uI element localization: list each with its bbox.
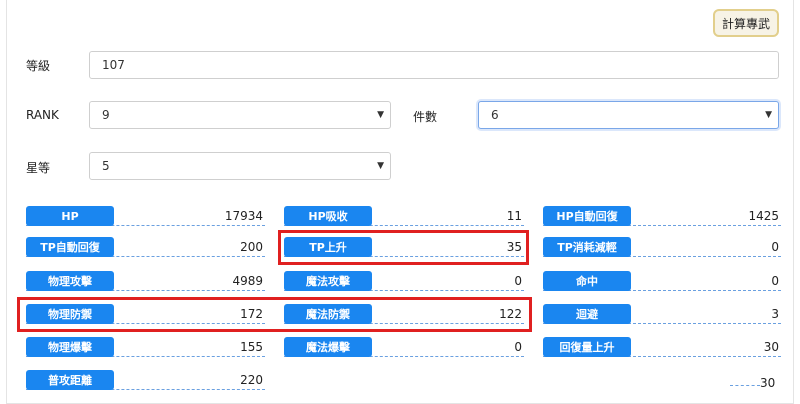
rank-select[interactable]: 9 ▼ [89,101,391,129]
stat-value: 11 [506,209,522,223]
stat-value: 200 [240,240,263,254]
highlight-box-tp-up [278,230,529,265]
stat-value: 220 [240,373,263,387]
stat-row-mag-crit: 魔法爆擊 0 [284,337,524,357]
stat-value: 4989 [232,274,263,288]
stars-value: 5 [102,159,110,173]
stat-value: 155 [240,340,263,354]
level-value: 107 [102,58,125,72]
stat-row-phys-crit: 物理爆擊 155 [26,337,265,357]
stat-value: 1425 [748,209,779,223]
stat-label: 回復量上升 [543,337,631,357]
stat-value: 0 [771,274,779,288]
stat-label: HP [26,206,114,226]
stars-label: 星等 [26,161,51,175]
stat-label: HP吸收 [284,206,372,226]
rank-label: RANK [26,108,59,122]
stat-row-accuracy: 命中 0 [543,271,781,291]
stat-label: 物理攻擊 [26,271,114,291]
stat-row-hp: HP 17934 [26,206,265,226]
chevron-down-icon: ▼ [765,110,772,120]
partial-stat-underline [730,385,760,386]
stat-value: 3 [771,307,779,321]
partial-stat-value: 30 [760,376,776,390]
stars-select[interactable]: 5 ▼ [89,152,391,180]
level-label: 等級 [26,59,51,73]
highlight-box-defense [17,297,532,332]
stat-label: 普攻距離 [26,370,114,390]
stat-row-hp-drain: HP吸收 11 [284,206,524,226]
stat-label: 魔法爆擊 [284,337,372,357]
stat-value: 0 [771,240,779,254]
stat-row-hp-regen: HP自動回復 1425 [543,206,781,226]
stat-value: 0 [514,274,522,288]
stat-label: 迴避 [543,304,631,324]
stat-label: 命中 [543,271,631,291]
rank-value: 9 [102,108,110,122]
stat-value: 0 [514,340,522,354]
pieces-label: 件數 [413,110,438,124]
stat-value: 30 [763,340,779,354]
stat-row-tp-regen: TP自動回復 200 [26,237,265,257]
stat-label: 物理爆擊 [26,337,114,357]
stat-row-phys-atk: 物理攻擊 4989 [26,271,265,291]
calc-weapon-button[interactable]: 計算專武 [713,9,779,37]
stat-row-dodge: 迴避 3 [543,304,781,324]
stat-row-mag-atk: 魔法攻擊 0 [284,271,524,291]
stat-row-heal-up: 回復量上升 30 [543,337,781,357]
stat-label: HP自動回復 [543,206,631,226]
chevron-down-icon: ▼ [377,161,384,171]
stat-label: 魔法攻擊 [284,271,372,291]
stat-row-atk-range: 普攻距離 220 [26,370,265,390]
chevron-down-icon: ▼ [377,110,384,120]
stat-label: TP消耗減輕 [543,237,631,257]
stat-row-tp-cost-reduce: TP消耗減輕 0 [543,237,781,257]
stat-label: TP自動回復 [26,237,114,257]
pieces-value: 6 [491,108,499,122]
pieces-select[interactable]: 6 ▼ [478,101,779,129]
stat-value: 17934 [224,209,263,223]
level-input[interactable]: 107 [89,51,779,79]
